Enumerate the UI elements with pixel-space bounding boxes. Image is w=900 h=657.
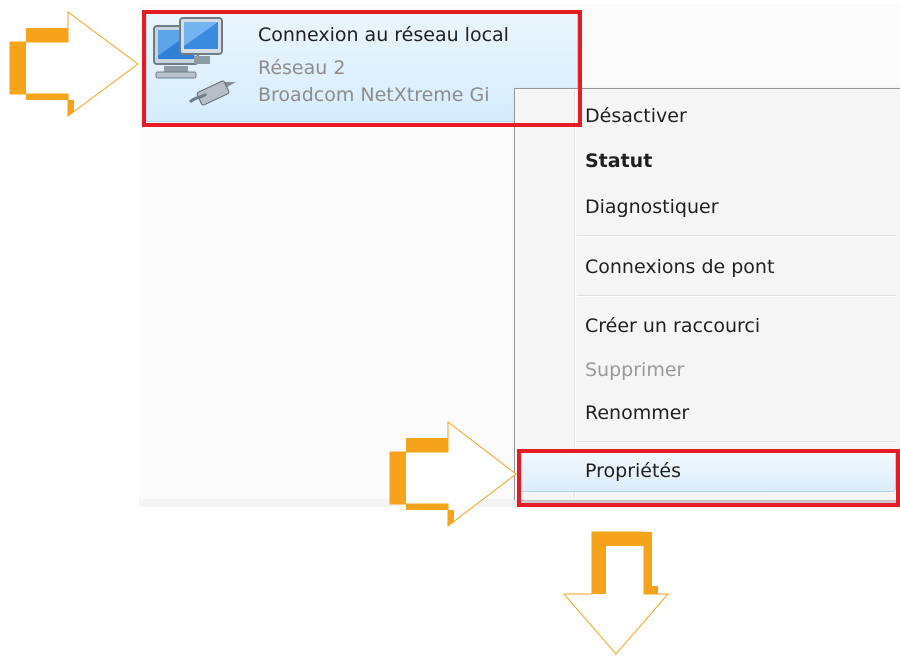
properties-highlight-box — [517, 449, 900, 507]
menu-item-supprimer[interactable]: Supprimer — [585, 359, 684, 381]
menu-item-creer-raccourci[interactable]: Créer un raccourci — [585, 315, 760, 337]
context-menu: Désactiver Statut Diagnostiquer Connexio… — [514, 88, 900, 500]
menu-separator — [577, 441, 896, 443]
menu-separator — [577, 295, 896, 297]
connection-highlight-box — [142, 10, 582, 127]
arrow-right-icon — [9, 11, 139, 117]
menu-separator — [577, 235, 896, 237]
menu-item-statut[interactable]: Statut — [585, 150, 652, 172]
arrow-right-icon — [389, 420, 517, 528]
menu-item-connexions-de-pont[interactable]: Connexions de pont — [585, 256, 774, 278]
page: Connexion au réseau local Réseau 2 Broad… — [0, 0, 900, 657]
menu-item-desactiver[interactable]: Désactiver — [585, 105, 687, 127]
menu-item-diagnostiquer[interactable]: Diagnostiquer — [585, 196, 719, 218]
menu-item-renommer[interactable]: Renommer — [585, 402, 689, 424]
arrow-down-icon — [562, 531, 670, 655]
